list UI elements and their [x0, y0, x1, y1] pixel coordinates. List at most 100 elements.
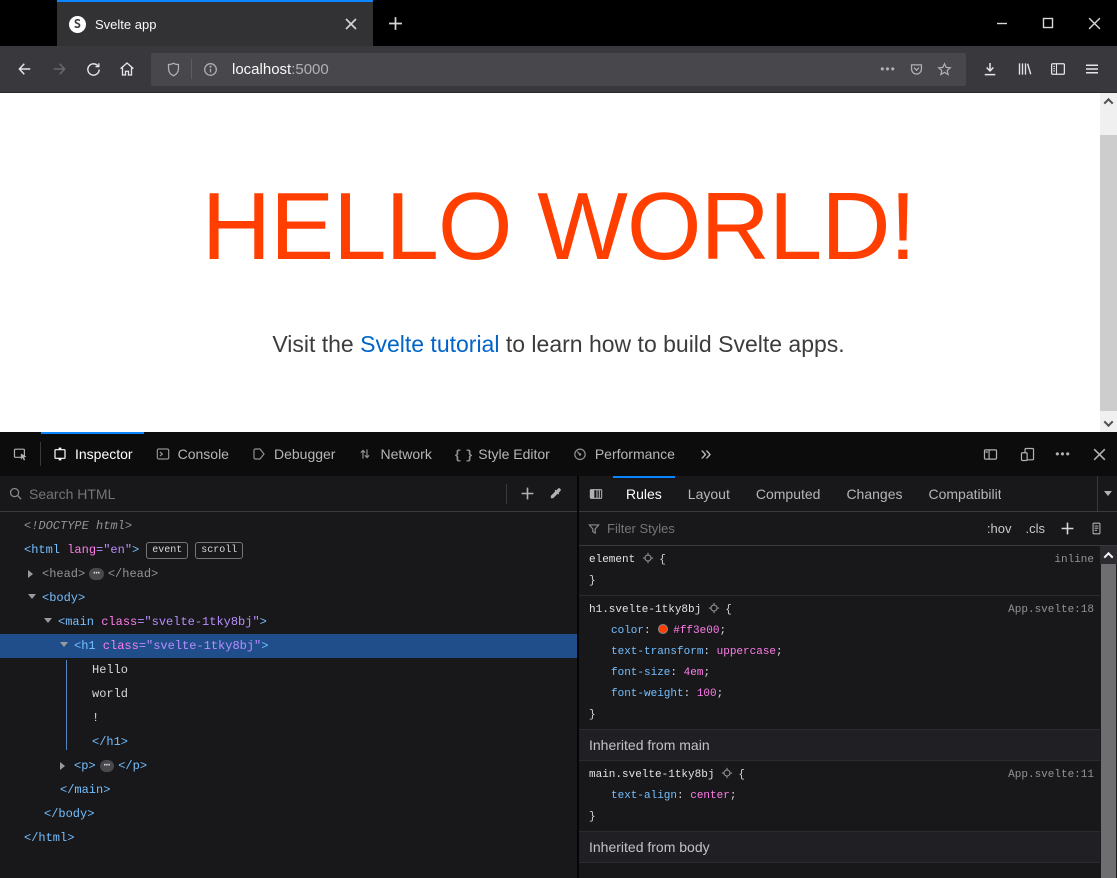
home-button[interactable]	[110, 52, 144, 86]
more-tabs-icon[interactable]	[686, 432, 726, 476]
highlight-selector-icon[interactable]	[721, 767, 733, 779]
tab-close-icon[interactable]	[339, 12, 363, 36]
devtools-tab-style-editor[interactable]: Style Editor	[443, 432, 561, 476]
rule-selector[interactable]: element	[589, 554, 635, 566]
css-declaration[interactable]: font-size: 4em;	[589, 663, 1094, 684]
property-name[interactable]: font-weight	[611, 688, 684, 700]
menu-hamburger-button[interactable]	[1075, 52, 1109, 86]
add-node-button[interactable]	[513, 486, 541, 501]
pick-element-button[interactable]	[0, 432, 40, 476]
markup-row[interactable]: !	[0, 706, 577, 730]
devtools-tab-network[interactable]: Network	[346, 432, 442, 476]
back-button[interactable]	[8, 52, 42, 86]
sidebar-tab-layout[interactable]: Layout	[675, 476, 743, 511]
markup-row[interactable]: </html>	[0, 826, 577, 850]
expand-twisty-icon[interactable]	[60, 634, 74, 658]
svelte-tutorial-link[interactable]: Svelte tutorial	[360, 331, 499, 357]
rules-scroll-up-icon[interactable]	[1100, 546, 1117, 564]
responsive-design-icon[interactable]	[1009, 446, 1045, 463]
property-value[interactable]: #ff3e00	[673, 625, 719, 637]
event-badge[interactable]: scroll	[195, 542, 243, 559]
markup-row[interactable]: <!DOCTYPE html>	[0, 514, 577, 538]
url-text[interactable]: localhost:5000	[232, 61, 874, 78]
sidebar-tab-changes[interactable]: Changes	[833, 476, 915, 511]
expand-twisty-icon[interactable]	[60, 754, 74, 778]
downloads-button[interactable]	[973, 52, 1007, 86]
scrollbar-thumb[interactable]	[1100, 135, 1117, 411]
css-declaration[interactable]: text-transform: uppercase;	[589, 642, 1094, 663]
sidebar-tab-computed[interactable]: Computed	[743, 476, 834, 511]
devtools-tab-inspector[interactable]: Inspector	[41, 432, 144, 476]
new-tab-button[interactable]	[383, 11, 407, 35]
event-badge[interactable]: event	[146, 542, 188, 559]
property-name[interactable]: text-align	[611, 790, 677, 802]
rule-source-link[interactable]: App.svelte:18	[1008, 600, 1094, 621]
inline-expander-icon[interactable]: ⋯	[89, 568, 104, 580]
color-swatch[interactable]	[658, 624, 668, 634]
minimize-button[interactable]	[979, 0, 1025, 46]
scroll-up-icon[interactable]	[1100, 93, 1117, 110]
filter-styles-input[interactable]	[607, 521, 980, 536]
css-declaration[interactable]: font-weight: 100;	[589, 684, 1094, 705]
page-scrollbar[interactable]	[1100, 93, 1117, 432]
devtools-tab-debugger[interactable]: Debugger	[240, 432, 347, 476]
highlight-selector-icon[interactable]	[642, 552, 654, 564]
highlight-selector-icon[interactable]	[708, 602, 720, 614]
markup-row[interactable]: <main class="svelte-1tky8bj">	[0, 610, 577, 634]
expand-twisty-icon[interactable]	[44, 610, 58, 634]
rules-scrollbar[interactable]	[1100, 546, 1117, 878]
rule-selector[interactable]: main.svelte-1tky8bj	[589, 769, 714, 781]
property-name[interactable]: color	[611, 625, 644, 637]
property-value[interactable]: center	[690, 790, 730, 802]
search-html-input[interactable]	[29, 486, 500, 502]
markup-row[interactable]: </h1>	[0, 730, 577, 754]
sidebars-button[interactable]	[1041, 52, 1075, 86]
pocket-icon[interactable]	[902, 55, 930, 83]
markup-row[interactable]: Hello	[0, 658, 577, 682]
bookmark-star-icon[interactable]	[930, 55, 958, 83]
inline-expander-icon[interactable]: ⋯	[100, 760, 115, 772]
reload-button[interactable]	[76, 52, 110, 86]
close-devtools-icon[interactable]	[1081, 447, 1117, 462]
expand-twisty-icon[interactable]	[28, 586, 42, 610]
expand-twisty-icon[interactable]	[28, 562, 42, 586]
devtools-settings-icon[interactable]	[1045, 447, 1081, 461]
sidebar-tabs-dropdown-icon[interactable]	[1097, 476, 1117, 511]
site-info-icon[interactable]	[196, 55, 224, 83]
property-name[interactable]: text-transform	[611, 646, 703, 658]
page-actions-icon[interactable]	[874, 55, 902, 83]
markup-row[interactable]: <head>⋯</head>	[0, 562, 577, 586]
css-declaration[interactable]: text-align: center;	[589, 786, 1094, 807]
markup-row[interactable]: <body>	[0, 586, 577, 610]
scroll-down-icon[interactable]	[1100, 415, 1117, 432]
rule-selector[interactable]: h1.svelte-1tky8bj	[589, 604, 701, 616]
rule-source-link[interactable]: App.svelte:11	[1008, 765, 1094, 786]
property-value[interactable]: 4em	[684, 667, 704, 679]
sidebar-tab-compatibility[interactable]: Compatibility	[915, 476, 1001, 511]
devtools-tab-console[interactable]: Console	[144, 432, 240, 476]
toggle-3-pane-icon[interactable]	[579, 476, 613, 511]
print-simulation-icon[interactable]	[1083, 521, 1109, 536]
add-rule-button[interactable]	[1052, 521, 1083, 536]
toggle-classes-button[interactable]: .cls	[1019, 521, 1053, 536]
eyedropper-icon[interactable]	[541, 486, 569, 501]
toggle-pseudo-classes-button[interactable]: :hov	[980, 521, 1019, 536]
rule-source-link[interactable]: inline	[1054, 550, 1094, 571]
markup-row[interactable]: <html lang="en">eventscroll	[0, 538, 577, 562]
sidebar-tab-rules[interactable]: Rules	[613, 476, 675, 511]
property-name[interactable]: font-size	[611, 667, 670, 679]
url-bar[interactable]: localhost:5000	[151, 53, 966, 86]
devtools-tab-performance[interactable]: Performance	[561, 432, 686, 476]
markup-row[interactable]: </body>	[0, 802, 577, 826]
property-value[interactable]: uppercase	[717, 646, 776, 658]
markup-row[interactable]: <p>⋯</p>	[0, 754, 577, 778]
browser-tab[interactable]: S Svelte app	[57, 0, 373, 46]
library-button[interactable]	[1007, 52, 1041, 86]
maximize-button[interactable]	[1025, 0, 1071, 46]
css-declaration[interactable]: color: #ff3e00;	[589, 621, 1094, 642]
markup-row[interactable]: <h1 class="svelte-1tky8bj">	[0, 634, 577, 658]
dock-options-icon[interactable]	[972, 446, 1008, 463]
markup-row[interactable]: world	[0, 682, 577, 706]
tracking-protection-shield-icon[interactable]	[159, 55, 187, 83]
rules-scrollbar-thumb[interactable]	[1101, 564, 1116, 878]
